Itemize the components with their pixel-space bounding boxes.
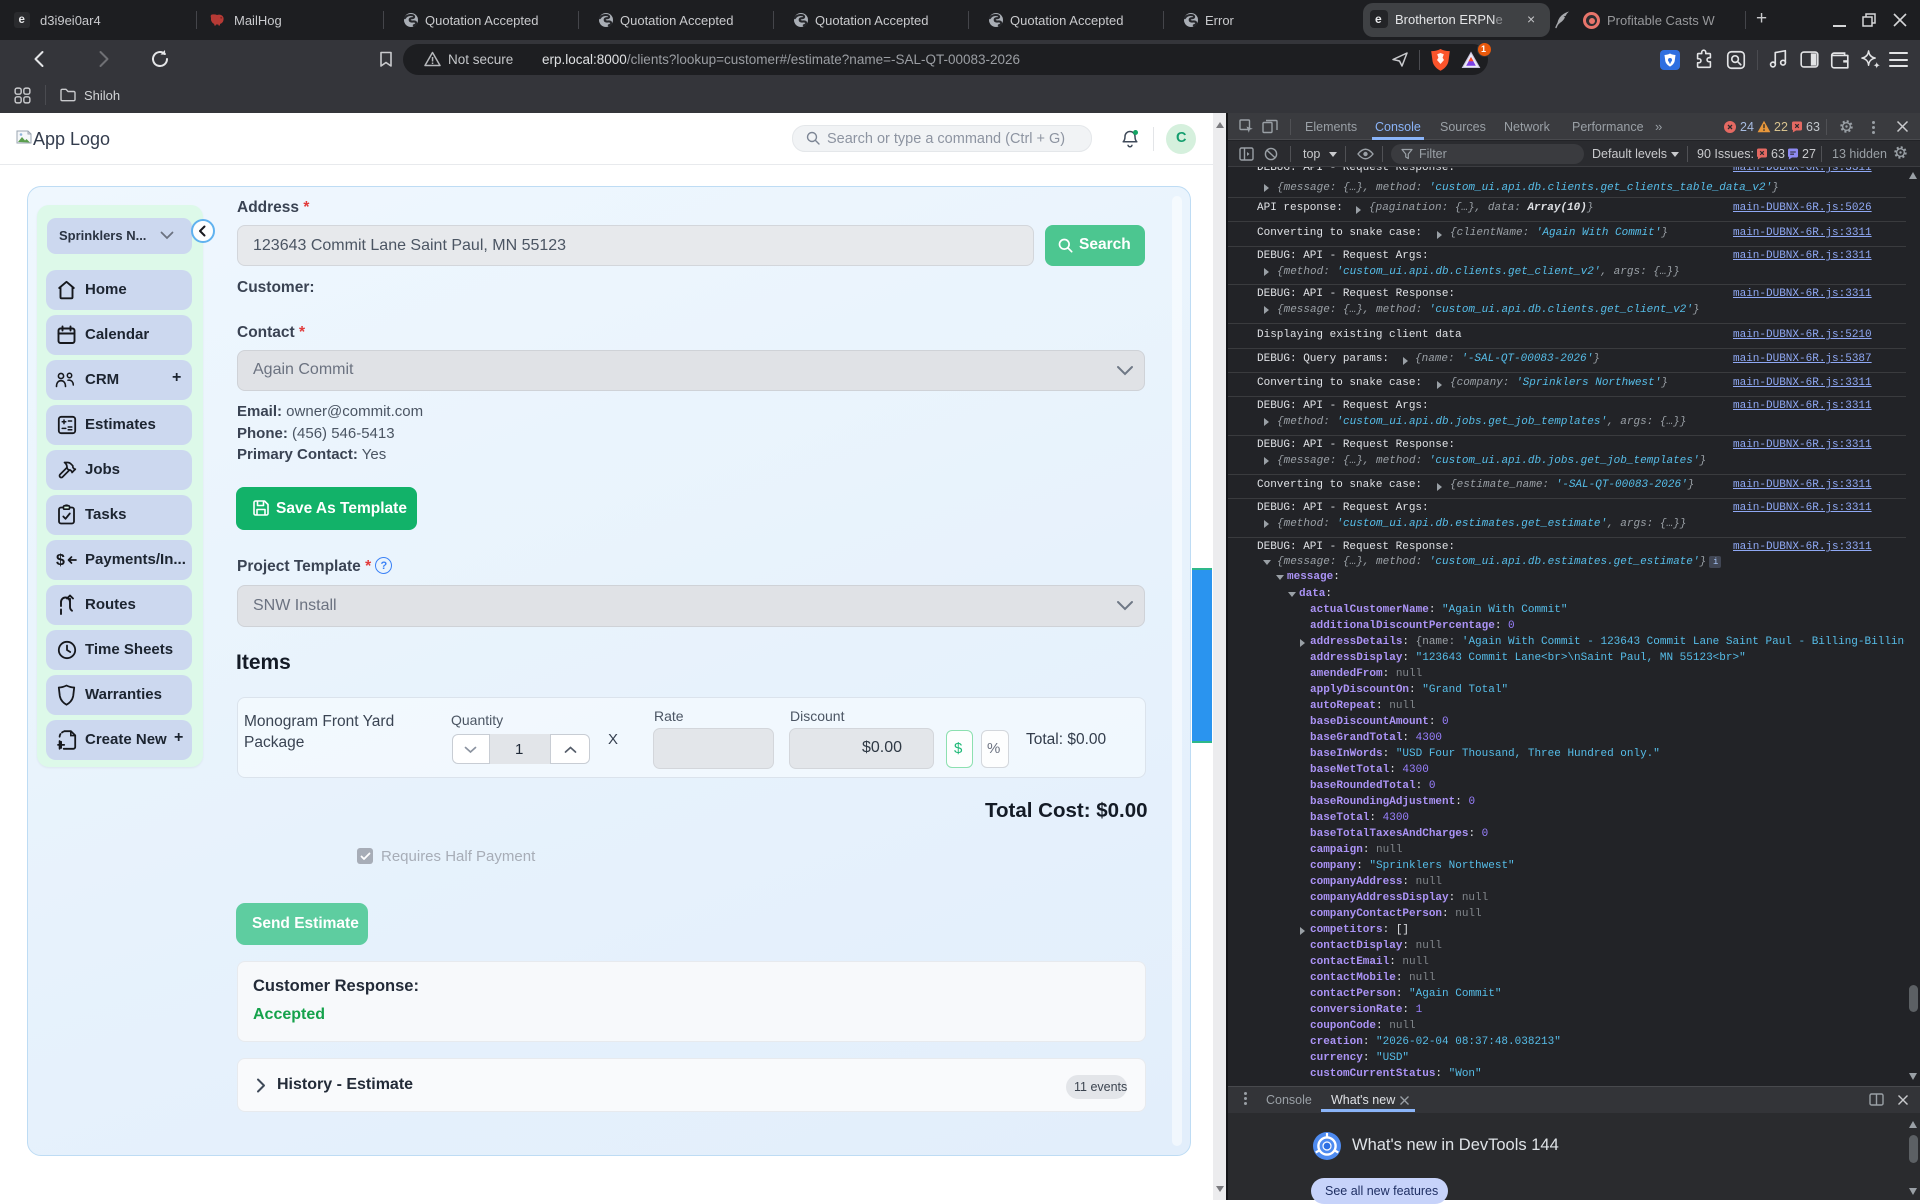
svg-text:$: $ bbox=[56, 552, 65, 569]
